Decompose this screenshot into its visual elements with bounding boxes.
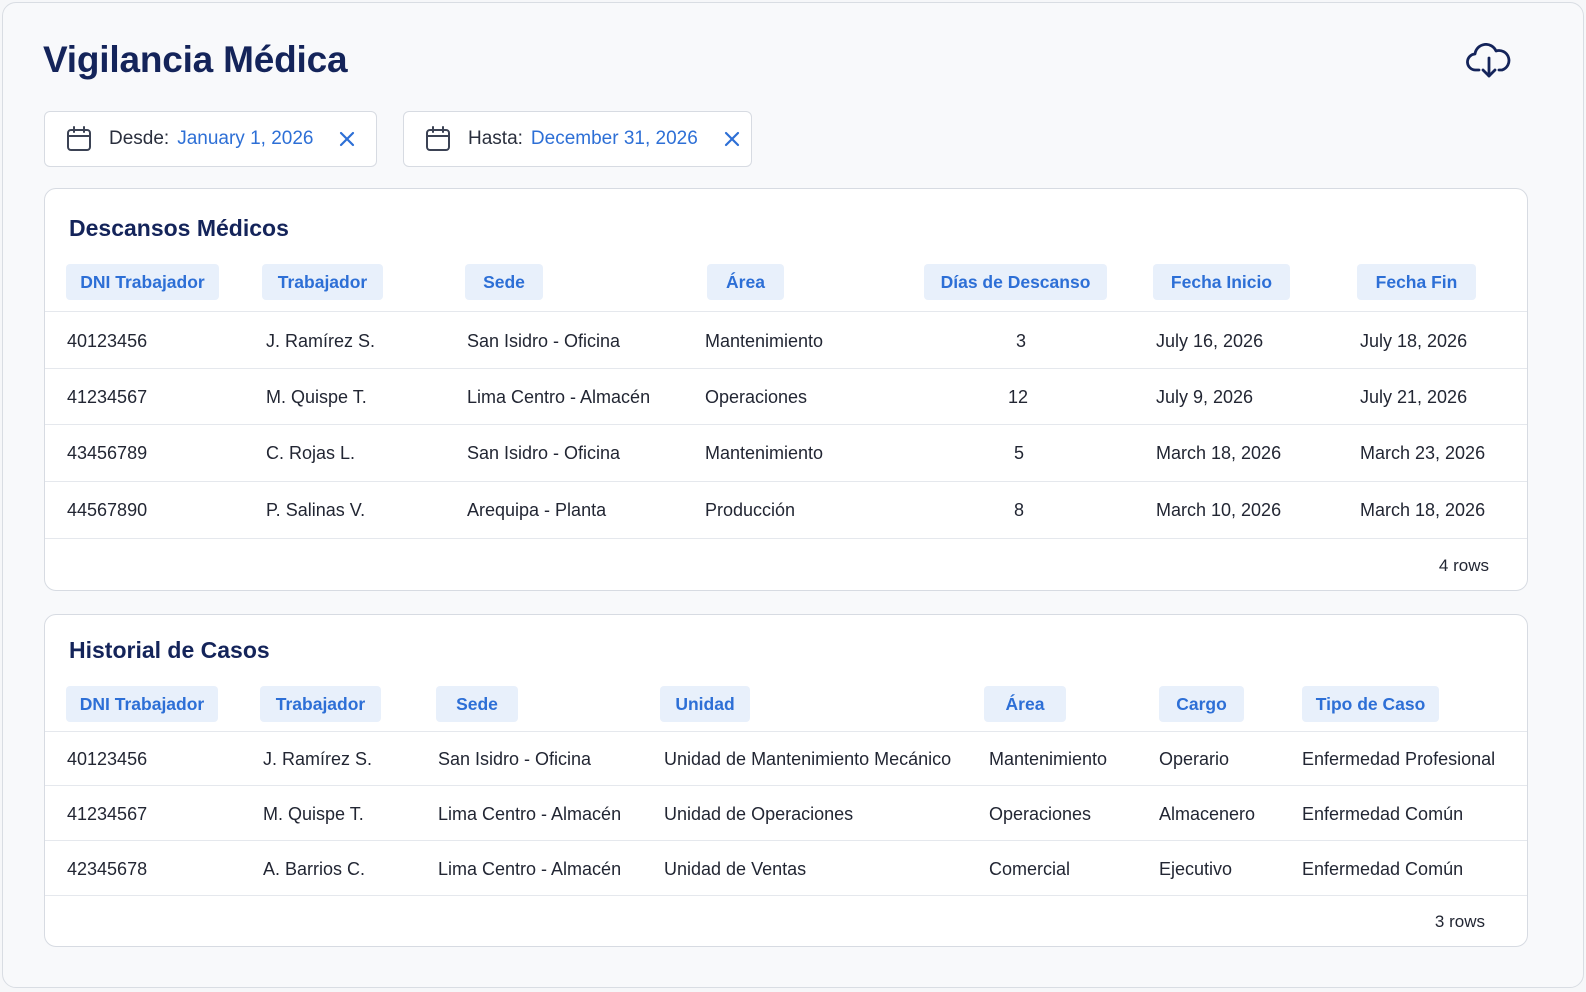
table-cell: July 21, 2026 xyxy=(1360,387,1468,407)
row-count: 4 rows xyxy=(1438,556,1489,575)
table-cell: Operario xyxy=(1159,749,1230,769)
date-from-value[interactable]: January 1, 2026 xyxy=(177,128,313,150)
table-cell: Almacenero xyxy=(1159,804,1256,824)
table-cell: Operaciones xyxy=(705,387,808,407)
close-icon[interactable] xyxy=(722,129,742,149)
table-cell: 40123456 xyxy=(67,331,148,351)
table-cell: Lima Centro - Almacén xyxy=(438,804,622,824)
table-cell: 12 xyxy=(1007,387,1029,407)
descansos-medicos-card: Descansos Médicos DNI Trabajador Trabaja… xyxy=(44,188,1528,591)
table-cell: 5 xyxy=(1013,443,1024,463)
cloud-download-icon xyxy=(1466,43,1511,78)
table-cell: San Isidro - Oficina xyxy=(438,749,592,769)
row-divider xyxy=(45,731,1527,732)
table-cell: Mantenimiento xyxy=(705,443,824,463)
column-header-sede[interactable]: Sede xyxy=(436,686,518,722)
row-divider xyxy=(45,840,1527,841)
table-cell: Unidad de Ventas xyxy=(664,859,807,879)
table-cell: Arequipa - Planta xyxy=(467,500,607,520)
table-cell: San Isidro - Oficina xyxy=(467,443,621,463)
table-cell: March 18, 2026 xyxy=(1360,500,1486,520)
column-header-dni[interactable]: DNI Trabajador xyxy=(66,686,218,722)
table-cell: July 18, 2026 xyxy=(1360,331,1468,351)
column-header-trabajador[interactable]: Trabajador xyxy=(262,264,383,300)
date-from-filter[interactable]: Desde: January 1, 2026 xyxy=(44,111,377,167)
table-cell: J. Ramírez S. xyxy=(263,749,373,769)
date-to-value[interactable]: December 31, 2026 xyxy=(531,128,698,150)
table-cell: 42345678 xyxy=(67,859,148,879)
column-header-unidad[interactable]: Unidad xyxy=(660,686,750,722)
row-divider xyxy=(45,311,1527,312)
table-cell: 3 xyxy=(1015,331,1026,351)
row-divider xyxy=(45,424,1527,425)
table-cell: 44567890 xyxy=(67,500,148,520)
row-divider xyxy=(45,368,1527,369)
calendar-icon xyxy=(424,125,452,153)
table-cell: July 9, 2026 xyxy=(1156,387,1254,407)
table-cell: 41234567 xyxy=(67,387,148,407)
table-cell: Unidad de Mantenimiento Mecánico xyxy=(664,749,952,769)
table-cell: Comercial xyxy=(989,859,1071,879)
table-cell: 8 xyxy=(1013,500,1024,520)
column-header-area[interactable]: Área xyxy=(984,686,1066,722)
row-divider xyxy=(45,785,1527,786)
table-cell: July 16, 2026 xyxy=(1156,331,1264,351)
table-cell: C. Rojas L. xyxy=(266,443,356,463)
table-cell: Enfermedad Común xyxy=(1302,804,1464,824)
table-cell: San Isidro - Oficina xyxy=(467,331,621,351)
section-title: Descansos Médicos xyxy=(69,215,289,241)
table-cell: P. Salinas V. xyxy=(266,500,366,520)
close-icon[interactable] xyxy=(337,129,357,149)
table-cell: Mantenimiento xyxy=(989,749,1108,769)
table-cell: Operaciones xyxy=(989,804,1092,824)
column-header-fecha-inicio[interactable]: Fecha Inicio xyxy=(1153,264,1290,300)
table-cell: Lima Centro - Almacén xyxy=(438,859,622,879)
table-cell: March 23, 2026 xyxy=(1360,443,1486,463)
calendar-icon xyxy=(65,125,93,153)
section-title: Historial de Casos xyxy=(69,637,270,663)
table-cell: J. Ramírez S. xyxy=(266,331,376,351)
date-to-filter[interactable]: Hasta: December 31, 2026 xyxy=(403,111,752,167)
table-cell: Unidad de Operaciones xyxy=(664,804,854,824)
table-cell: 43456789 xyxy=(67,443,148,463)
table-cell: Producción xyxy=(705,500,796,520)
column-header-dias-descanso[interactable]: Días de Descanso xyxy=(924,264,1107,300)
historial-casos-card: Historial de Casos DNI Trabajador Trabaj… xyxy=(44,614,1528,947)
row-divider xyxy=(45,895,1527,896)
column-header-trabajador[interactable]: Trabajador xyxy=(260,686,381,722)
app-window: Vigilancia Médica Desde: January 1, 2026 xyxy=(2,2,1584,988)
row-divider xyxy=(45,538,1527,539)
column-header-tipo-caso[interactable]: Tipo de Caso xyxy=(1302,686,1439,722)
date-to-label: Hasta: xyxy=(468,128,523,149)
row-divider xyxy=(45,481,1527,482)
table-cell: A. Barrios C. xyxy=(263,859,366,879)
column-header-dni[interactable]: DNI Trabajador xyxy=(66,264,219,300)
table-cell: March 10, 2026 xyxy=(1156,500,1282,520)
table-cell: Ejecutivo xyxy=(1159,859,1233,879)
page-title: Vigilancia Médica xyxy=(43,39,348,80)
table-cell: M. Quispe T. xyxy=(266,387,367,407)
column-header-sede[interactable]: Sede xyxy=(465,264,543,300)
column-header-cargo[interactable]: Cargo xyxy=(1159,686,1244,722)
table-cell: Enfermedad Común xyxy=(1302,859,1464,879)
table-cell: M. Quispe T. xyxy=(263,804,364,824)
column-header-fecha-fin[interactable]: Fecha Fin xyxy=(1357,264,1476,300)
table-cell: 41234567 xyxy=(67,804,148,824)
date-from-label: Desde: xyxy=(109,128,170,149)
row-count: 3 rows xyxy=(1434,912,1485,931)
table-cell: Enfermedad Profesional xyxy=(1302,749,1496,769)
table-cell: 40123456 xyxy=(67,749,148,769)
table-cell: Lima Centro - Almacén xyxy=(467,387,651,407)
table-cell: March 18, 2026 xyxy=(1156,443,1282,463)
table-cell: Mantenimiento xyxy=(705,331,824,351)
column-header-area[interactable]: Área xyxy=(707,264,784,300)
download-button[interactable] xyxy=(1461,37,1517,85)
